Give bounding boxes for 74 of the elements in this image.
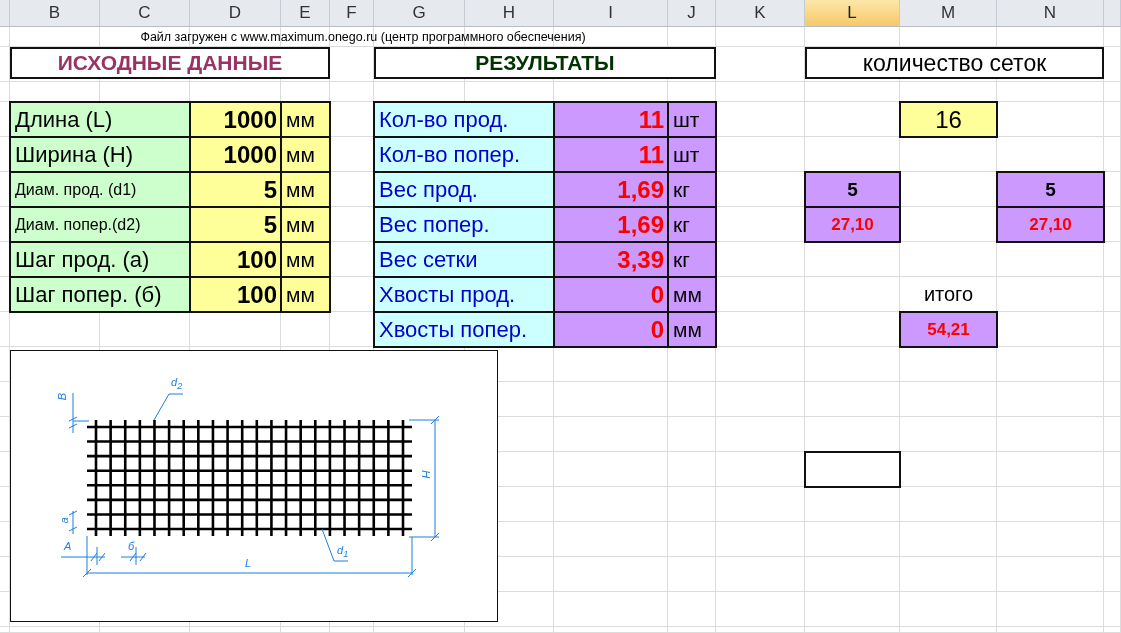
- unit-cell: мм: [668, 277, 716, 312]
- total-value: 54,21: [900, 312, 997, 347]
- result-value: 11: [554, 137, 668, 172]
- input-value[interactable]: 5: [190, 172, 281, 207]
- input-value[interactable]: 100: [190, 242, 281, 277]
- result-value: 0: [554, 312, 668, 347]
- result-label: Вес прод.: [374, 172, 554, 207]
- unit-cell: кг: [668, 172, 716, 207]
- unit-cell: мм: [281, 242, 330, 277]
- result-value: 0: [554, 277, 668, 312]
- column-header[interactable]: B: [10, 0, 100, 27]
- result-value: 11: [554, 102, 668, 137]
- unit-cell: шт: [668, 137, 716, 172]
- dimension-label: H: [421, 470, 433, 479]
- header-filler: [1104, 0, 1121, 27]
- result-label: Хвосты прод.: [374, 277, 554, 312]
- column-header[interactable]: I: [554, 0, 668, 27]
- mesh-count-value[interactable]: 16: [900, 102, 997, 137]
- result-value: 1,69: [554, 172, 668, 207]
- column-header[interactable]: N: [997, 0, 1104, 27]
- input-value[interactable]: 5: [190, 207, 281, 242]
- dimension-label: б: [128, 541, 135, 552]
- unit-cell: мм: [668, 312, 716, 347]
- section-title: количество сеток: [805, 47, 1104, 79]
- unit-cell: мм: [281, 207, 330, 242]
- unit-cell: мм: [281, 172, 330, 207]
- section-title: РЕЗУЛЬТАТЫ: [374, 47, 716, 79]
- input-label: Диам. прод. (d1): [10, 172, 190, 207]
- header-filler: [0, 0, 10, 27]
- total-label: итого: [922, 282, 975, 307]
- unit-cell: мм: [281, 137, 330, 172]
- section-title: ИСХОДНЫЕ ДАННЫЕ: [10, 47, 330, 79]
- input-label: Шаг попер. (б): [10, 277, 190, 312]
- download-note: Файл загружен с www.maximum.onego.ru (центр программного обеспечения): [139, 29, 587, 46]
- column-header[interactable]: G: [374, 0, 465, 27]
- weight-value: 27,10: [997, 207, 1104, 242]
- dimension-label: a: [58, 517, 70, 524]
- column-header[interactable]: C: [100, 0, 190, 27]
- result-label: Хвосты попер.: [374, 312, 554, 347]
- input-value[interactable]: 1000: [190, 102, 281, 137]
- unit-cell: кг: [668, 242, 716, 277]
- pieces-value: 5: [997, 172, 1104, 207]
- column-header[interactable]: J: [668, 0, 716, 27]
- pieces-value: 5: [805, 172, 900, 207]
- input-value[interactable]: 100: [190, 277, 281, 312]
- input-label: Длина (L): [10, 102, 190, 137]
- weight-value: 27,10: [805, 207, 900, 242]
- input-label: Шаг прод. (а): [10, 242, 190, 277]
- dimension-label: L: [245, 558, 252, 569]
- dimension-label: d$_{1}$: [337, 545, 349, 560]
- unit-cell: мм: [281, 102, 330, 137]
- unit-cell: мм: [281, 277, 330, 312]
- cell-cursor[interactable]: [804, 451, 901, 488]
- unit-cell: шт: [668, 102, 716, 137]
- result-value: 3,39: [554, 242, 668, 277]
- column-header[interactable]: L: [805, 0, 900, 27]
- unit-cell: кг: [668, 207, 716, 242]
- result-label: Кол-во попер.: [374, 137, 554, 172]
- input-label: Ширина (H): [10, 137, 190, 172]
- column-header[interactable]: E: [281, 0, 330, 27]
- dimension-label: B: [57, 392, 69, 401]
- dimension-label: A: [64, 541, 72, 552]
- column-header[interactable]: K: [716, 0, 805, 27]
- input-value[interactable]: 1000: [190, 137, 281, 172]
- result-label: Вес попер.: [374, 207, 554, 242]
- column-header[interactable]: M: [900, 0, 997, 27]
- column-header[interactable]: H: [465, 0, 554, 27]
- input-label: Диам. попер.(d2): [10, 207, 190, 242]
- column-header[interactable]: D: [190, 0, 281, 27]
- result-label: Вес сетки: [374, 242, 554, 277]
- column-header[interactable]: F: [330, 0, 374, 27]
- result-label: Кол-во прод.: [374, 102, 554, 137]
- result-value: 1,69: [554, 207, 668, 242]
- dimension-label: d$_{2}$: [171, 377, 183, 392]
